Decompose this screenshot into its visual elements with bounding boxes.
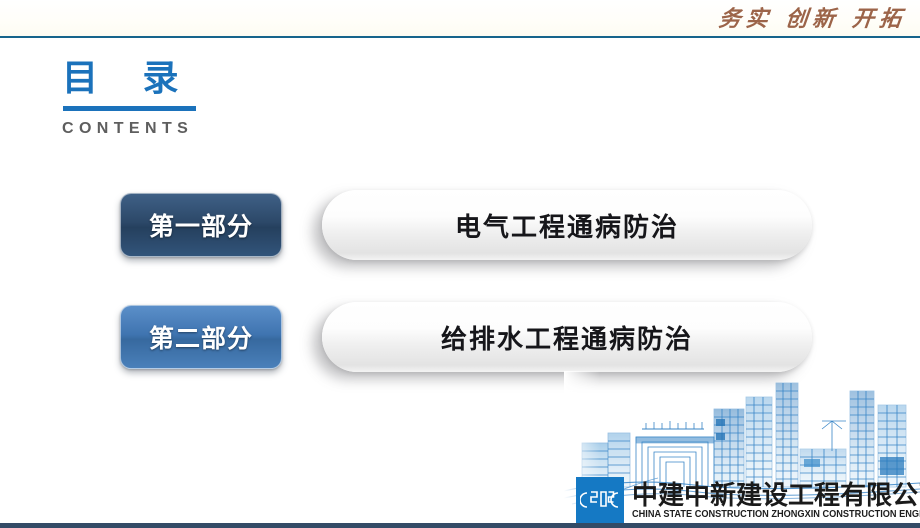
section-item-2-label: 给排水工程通病防治 (440, 324, 693, 355)
section-badge-1[interactable]: 第一部分 (120, 193, 282, 257)
section-item-2[interactable]: 给排水工程通病防治 (322, 302, 812, 372)
top-divider (0, 36, 920, 38)
title-underline (63, 106, 196, 111)
slide: 务实 创新 开拓 目 录 CONTENTS 第一部分 电气工程通病防治 第二部分… (0, 0, 920, 528)
page-title: 目 录 CONTENTS (62, 56, 262, 138)
section-item-1-label: 电气工程通病防治 (454, 212, 679, 243)
company-name-en: CHINA STATE CONSTRUCTION ZHONGXIN CONSTR… (632, 509, 920, 520)
page-title-cn: 目 录 (62, 58, 195, 99)
slogan-text: 务实 创新 开拓 (717, 6, 908, 32)
section-badge-1-label: 第一部分 (148, 212, 253, 241)
contents-row: 第一部分 电气工程通病防治 (0, 186, 920, 276)
company-logo-block: 中建中新建设工程有限公司 CHINA STATE CONSTRUCTION ZH… (576, 476, 920, 524)
section-badge-2-label: 第二部分 (148, 324, 253, 353)
bottom-divider (0, 523, 920, 528)
cscec-logo-icon (576, 477, 624, 523)
company-name-cn: 中建中新建设工程有限公司 (632, 481, 920, 511)
section-badge-2[interactable]: 第二部分 (120, 305, 282, 369)
section-item-1[interactable]: 电气工程通病防治 (322, 190, 812, 260)
page-title-en: CONTENTS (62, 120, 194, 137)
